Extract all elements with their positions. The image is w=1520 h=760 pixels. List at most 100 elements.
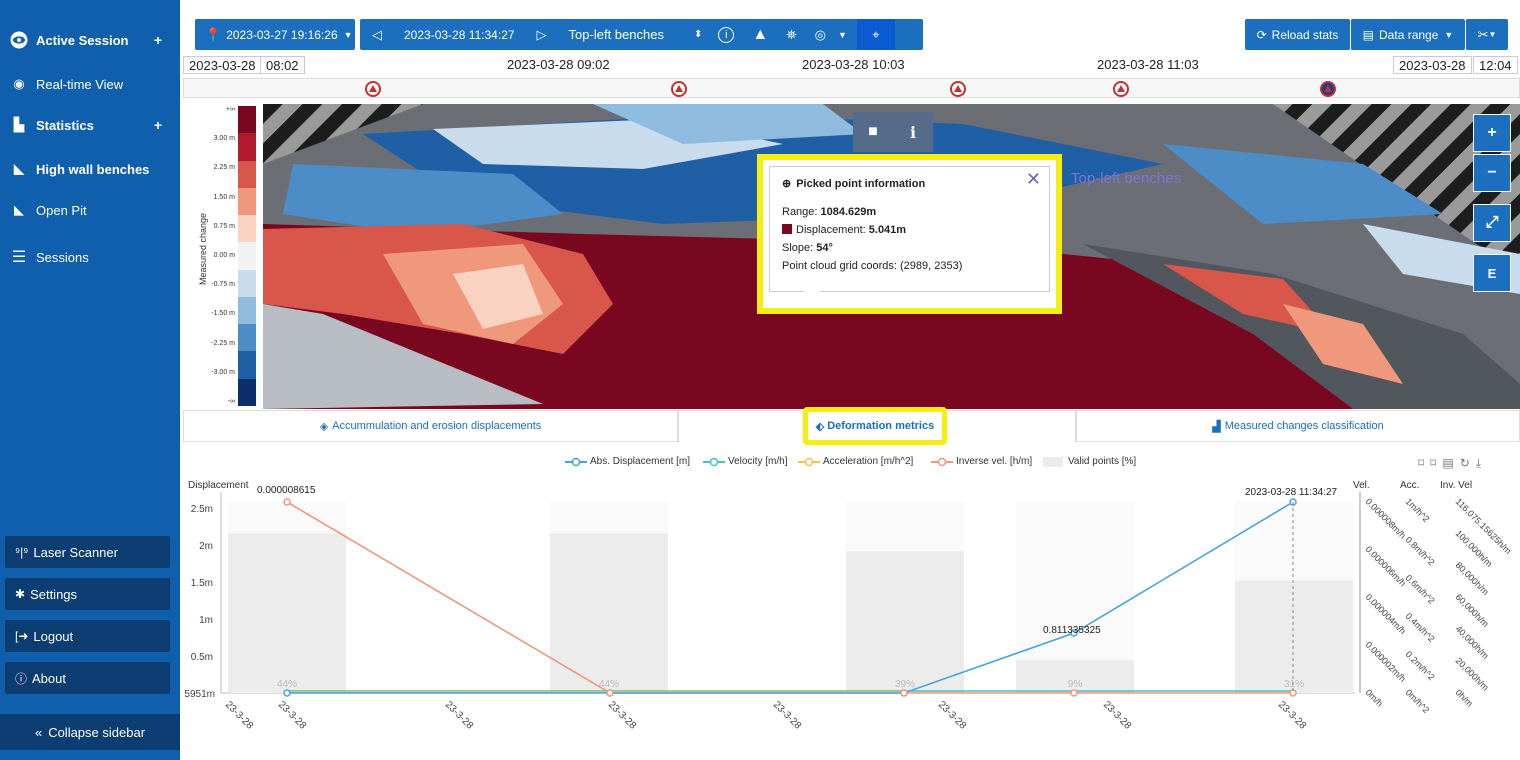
laser-scanner-button[interactable]: ⁹|⁹ Laser Scanner: [5, 536, 170, 568]
tab-classification[interactable]: ▟ Measured changes classification: [1076, 410, 1520, 442]
alert-icon[interactable]: ▲: [752, 26, 768, 44]
data-range-dropdown[interactable]: ▤ Data range ▼: [1350, 19, 1465, 50]
collapse-sidebar-button[interactable]: « Collapse sidebar: [0, 714, 180, 750]
compass-label: E: [1487, 265, 1497, 281]
acc-tick-label: 0.8m/h^2: [1404, 535, 1437, 568]
x-tick-label: 23-3-28: [1276, 699, 1308, 731]
button-label: Settings: [30, 586, 78, 602]
compass-button[interactable]: E: [1473, 254, 1511, 292]
tab-accumulation[interactable]: ◈ Accummulation and erosion displacement…: [183, 410, 678, 442]
tab-label: Accummulation and erosion displacements: [332, 420, 542, 432]
popup-title-row: ⊕ Picked point information: [782, 177, 1037, 191]
sidebar-item-open-pit[interactable]: ◣ Open Pit: [0, 188, 180, 232]
valid-points-bar: [228, 533, 346, 693]
prev-icon[interactable]: ◁: [372, 27, 382, 43]
eye-icon: ◉: [13, 76, 25, 91]
timeline-end-time: 12:04: [1473, 56, 1518, 74]
play-icon[interactable]: ▷: [537, 27, 547, 43]
legend-tick: 0.75 m: [213, 222, 235, 230]
refresh-icon: ⟳: [1256, 27, 1267, 42]
tab-deformation-highlight: ⬖ Deformation metrics: [803, 407, 947, 445]
zoom-in-button[interactable]: +: [1473, 114, 1511, 152]
sidebar-item-active-session[interactable]: Active Session +: [0, 18, 180, 62]
alert-marker-icon[interactable]: [671, 81, 687, 97]
color-legend: Measured change +∞ 3.00 m 2.25 m 1.50 m 0.75…: [183, 104, 261, 409]
person-pin-icon[interactable]: ⛯: [786, 27, 796, 43]
acc-tick-label: 0.6m/h^2: [1404, 573, 1437, 606]
popup-content: ⊕ Picked point information ✕ Range: 1084…: [769, 166, 1050, 299]
button-label: Reload stats: [1271, 27, 1339, 42]
terrain-icon: ◣: [14, 161, 24, 176]
timeline-mark: 2023-03-28 09:02: [507, 57, 610, 72]
plus-icon[interactable]: +: [154, 117, 162, 133]
timeline-end: 2023-03-28: [1393, 56, 1472, 74]
timeline-start-time: 08:02: [260, 56, 305, 74]
logout-button[interactable]: [➜ Logout: [5, 620, 170, 652]
tab-deformation-metrics[interactable]: ⬖ Deformation metrics: [678, 407, 1076, 445]
fullscreen-button[interactable]: ⤢: [1473, 204, 1511, 242]
start-date-dropdown[interactable]: 📍 2023-03-27 19:16:26 ▼: [195, 19, 355, 50]
inv-vel-tick-label: 116,075.15625h/m: [1454, 496, 1514, 556]
inverse-vel-line: [286, 501, 1293, 694]
color-swatch: [782, 224, 792, 234]
timeline-mark: 2023-03-28 10:03: [802, 57, 905, 72]
acc-tick-label: 0.2m/h^2: [1404, 649, 1437, 682]
displacement-line: [287, 501, 1294, 694]
range-value: 1084.629m: [820, 206, 877, 218]
start-date-value: 2023-03-27 19:16:26: [226, 27, 338, 42]
updown-icon[interactable]: ⬍: [694, 29, 702, 40]
timeline-date: 2023-03-28: [189, 57, 256, 73]
sidebar-item-sessions[interactable]: ☰ Sessions: [0, 235, 180, 279]
layers-icon: ◈: [319, 420, 329, 433]
annotation-label: 0.000008615: [257, 485, 316, 496]
timeline-start: 2023-03-28: [183, 56, 262, 74]
metrics-icon: ⬖: [815, 420, 825, 433]
acc-tick-label: 0m/h^2: [1404, 687, 1432, 715]
acc-tick-label: 0.4m/h^2: [1404, 611, 1437, 644]
legend-swatch: [238, 324, 256, 352]
x-tick-label: 23-3-28: [443, 699, 475, 731]
settings-button[interactable]: ✱ Settings: [5, 578, 170, 610]
plus-icon[interactable]: +: [154, 32, 162, 48]
x-tick-label: 23-3-28: [771, 699, 803, 731]
legend-tick: -1.50 m: [211, 310, 235, 318]
displacement-row: Displacement: 5.041m: [782, 224, 1037, 236]
pick-point-icon[interactable]: ⌖: [856, 19, 895, 50]
alert-marker-icon[interactable]: [1113, 81, 1129, 97]
caret-down-icon[interactable]: ▼: [838, 30, 847, 40]
timeline[interactable]: 2023-03-28 08:02 2023-03-28 09:02 2023-0…: [183, 55, 1520, 100]
button-label: About: [32, 670, 66, 686]
y-tick-label: 0.5m: [191, 652, 213, 663]
sidebar-item-high-wall[interactable]: ◣ High wall benches: [0, 147, 180, 191]
zoom-out-button[interactable]: −: [1473, 154, 1511, 192]
info-button[interactable]: i: [893, 112, 933, 152]
sidebar-item-realtime[interactable]: ◉ Real-time View: [0, 62, 180, 106]
legend-swatch: [238, 378, 256, 407]
legend-swatch: [238, 133, 256, 162]
legend-tick: +∞: [225, 106, 235, 113]
sidebar-item-statistics[interactable]: ▙ Statistics +: [0, 103, 180, 147]
button-label: Logout: [33, 628, 74, 644]
vel-tick-label: 0.000002m/h: [1364, 640, 1408, 684]
about-button[interactable]: ⓘ About: [5, 662, 170, 694]
reload-stats-button[interactable]: ⟳ Reload stats: [1245, 19, 1350, 50]
inverse-vel-point: [606, 689, 614, 697]
end-date-value: 2023-03-28 11:34:27: [404, 27, 515, 42]
eye-off-icon[interactable]: ◎: [815, 27, 826, 43]
alert-marker-icon[interactable]: [1320, 81, 1336, 97]
timeline-track[interactable]: [183, 78, 1520, 98]
alert-marker-icon[interactable]: [950, 81, 966, 97]
tools-dropdown[interactable]: ✂ ▼: [1465, 19, 1508, 50]
close-icon[interactable]: ✕: [1026, 169, 1041, 190]
expand-icon: ⤢: [1485, 214, 1499, 231]
legend-tick: -3.00 m: [211, 368, 235, 376]
info-icon[interactable]: i: [718, 26, 735, 43]
camera-button[interactable]: ■: [853, 112, 893, 152]
location-pin-icon: 📍: [205, 26, 222, 42]
legend-swatch: [238, 215, 256, 243]
sidebar-item-label: Open Pit: [36, 202, 87, 218]
tools-icon: ✂: [1477, 26, 1489, 42]
alert-marker-icon[interactable]: [365, 81, 381, 97]
popup-title: Picked point information: [796, 177, 926, 190]
valid-points-label: 39%: [895, 679, 915, 690]
